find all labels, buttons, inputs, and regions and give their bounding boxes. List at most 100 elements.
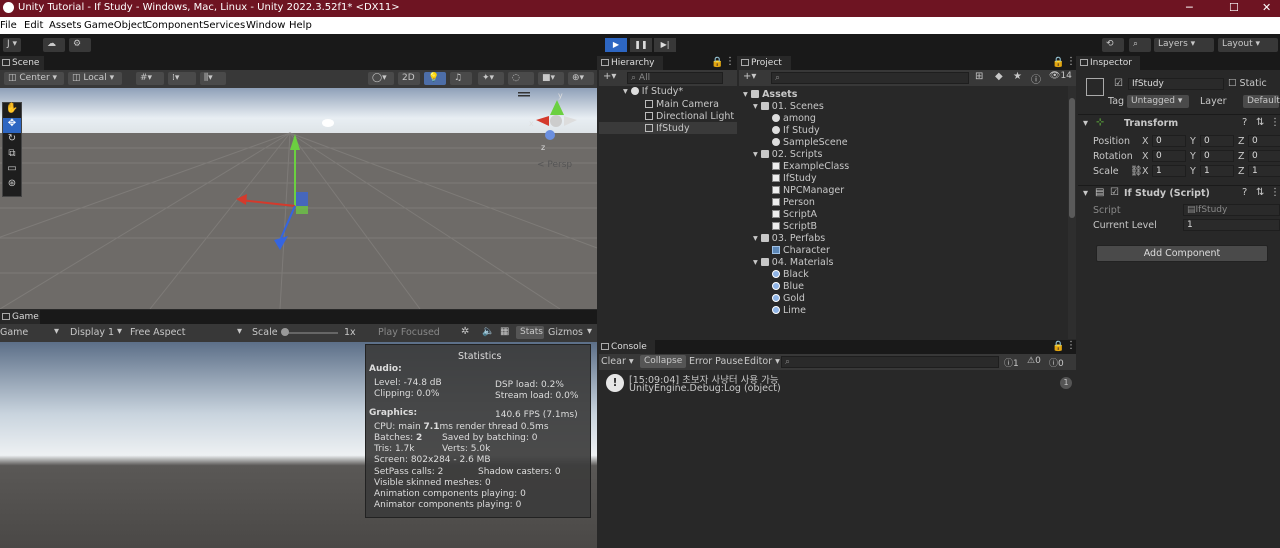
project-item-exampleclass[interactable]: ExampleClass — [772, 161, 849, 172]
lighting-icon[interactable]: 💡 — [424, 72, 446, 85]
grid-icon[interactable]: ⁞▾ — [168, 72, 196, 85]
add-icon[interactable]: +▾ — [743, 71, 756, 82]
rot-z-label[interactable]: Z — [1238, 151, 1245, 162]
pos-y-field[interactable]: 0 — [1200, 135, 1234, 147]
visibility-icon[interactable]: ◌ — [508, 72, 534, 85]
menu-edit[interactable]: Edit — [24, 20, 43, 31]
menu-window[interactable]: Window — [246, 20, 285, 31]
layout-dropdown[interactable]: Layout ▾ — [1218, 38, 1278, 52]
project-item-gold[interactable]: Gold — [772, 293, 805, 304]
pos-x-label[interactable]: X — [1142, 136, 1149, 147]
object-name-field[interactable]: IfStudy — [1128, 78, 1224, 90]
scene-viewport[interactable]: y x z < Persp — [0, 88, 597, 309]
project-item-ifstudy[interactable]: IfStudy — [772, 173, 817, 184]
menu-file[interactable]: File — [0, 20, 17, 31]
rot-x-field[interactable]: 0 — [1152, 150, 1186, 162]
transform-header[interactable]: Transform — [1124, 118, 1178, 129]
search-by-type-icon[interactable]: ⊞ — [975, 71, 983, 82]
scene-view[interactable]: y x z < Persp ✋ ✥ ↻ ⧉ ▭ ⊛ — [0, 88, 597, 309]
hidden-packages-icon[interactable]: ⓘ — [1031, 71, 1041, 86]
pause-button[interactable]: ❚❚ — [630, 38, 652, 52]
close-button[interactable]: ✕ — [1262, 1, 1271, 14]
rot-x-label[interactable]: X — [1142, 151, 1149, 162]
scale-tool-icon[interactable]: ⧉ — [3, 148, 21, 163]
project-item-02-scripts[interactable]: ▾ 02. Scripts — [753, 149, 822, 160]
scl-x-field[interactable]: 1 — [1152, 165, 1186, 177]
pos-x-field[interactable]: 0 — [1152, 135, 1186, 147]
warning-count-toggle[interactable]: ⚠0 — [1027, 356, 1041, 366]
increment-snap-icon[interactable]: ⫼▾ — [200, 72, 226, 85]
menu-component[interactable]: Component — [145, 20, 203, 31]
shortcuts-icon[interactable]: ▦ — [500, 326, 509, 337]
gizmos-dropdown[interactable]: Gizmos — [548, 327, 583, 338]
project-item-black[interactable]: Black — [772, 269, 809, 280]
help-icon[interactable]: ? — [1242, 117, 1247, 128]
hierarchy-item-ifstudy[interactable]: IfStudy — [645, 123, 690, 134]
console-log-entry[interactable]: ! [15:09:04] 초보자 사냥터 사용 가능 UnityEngine.D… — [599, 371, 1076, 397]
minimize-button[interactable]: ─ — [1186, 1, 1193, 14]
pos-z-field[interactable]: 0 — [1248, 135, 1280, 147]
search-by-label-icon[interactable]: ◆ — [995, 71, 1003, 82]
help-icon[interactable]: ? — [1242, 187, 1247, 198]
scl-y-field[interactable]: 1 — [1200, 165, 1234, 177]
hierarchy-item-directional-light[interactable]: Directional Light — [645, 111, 734, 122]
editor-dropdown[interactable]: Editor ▾ — [744, 356, 780, 367]
gizmos-icon[interactable]: ⊕▾ — [568, 72, 594, 85]
project-item-04-materials[interactable]: ▾ 04. Materials — [753, 257, 833, 268]
layer-dropdown[interactable]: Default — [1243, 95, 1280, 108]
persp-label[interactable]: < Persp — [537, 160, 572, 170]
add-component-button[interactable]: Add Component — [1096, 245, 1268, 262]
lock-icon[interactable]: 🔒 — [1052, 341, 1064, 352]
more-icon[interactable]: ⋮ — [1066, 56, 1076, 67]
bug-icon[interactable]: ✲ — [461, 326, 469, 337]
history-icon[interactable]: ⟲ — [1102, 38, 1124, 52]
script-enabled-checkbox[interactable]: ☑ — [1110, 187, 1119, 198]
play-button[interactable]: ▶ — [605, 38, 627, 52]
tag-dropdown[interactable]: Untagged ▾ — [1127, 95, 1189, 108]
rot-y-label[interactable]: Y — [1190, 151, 1196, 162]
clear-button[interactable]: Clear ▾ — [601, 356, 634, 367]
project-item-03-perfabs[interactable]: ▾ 03. Perfabs — [753, 233, 825, 244]
rot-y-field[interactable]: 0 — [1200, 150, 1234, 162]
collab-icon[interactable]: ⚙ — [69, 38, 91, 52]
chevron-down-icon[interactable]: ▾ — [1083, 188, 1088, 199]
menu-assets[interactable]: Assets — [49, 20, 82, 31]
grid-snap-icon[interactable]: #▾ — [136, 72, 164, 85]
project-item-lime[interactable]: Lime — [772, 305, 806, 316]
tab-console[interactable]: Console — [599, 340, 655, 354]
play-focused-dropdown[interactable]: Play Focused — [378, 327, 440, 338]
favorite-icon[interactable]: ★ — [1013, 71, 1022, 82]
pivot-center-dropdown[interactable]: ◫ Center ▾ — [4, 72, 64, 85]
aspect-dropdown[interactable]: Free Aspect — [130, 327, 185, 338]
maximize-button[interactable]: ☐ — [1229, 1, 1239, 14]
scl-y-label[interactable]: Y — [1190, 166, 1196, 177]
hand-tool-icon[interactable]: ✋ — [3, 103, 21, 118]
console-search[interactable]: ⌕ — [781, 356, 999, 368]
error-pause-button[interactable]: Error Pause — [689, 356, 743, 367]
lock-icon[interactable]: 🔒 — [1052, 57, 1064, 68]
pos-y-label[interactable]: Y — [1190, 136, 1196, 147]
tab-inspector[interactable]: Inspector — [1078, 56, 1140, 70]
project-item-blue[interactable]: Blue — [772, 281, 804, 292]
scl-x-label[interactable]: X — [1142, 166, 1149, 177]
scale-slider[interactable] — [282, 332, 338, 334]
active-checkbox[interactable]: ☑ — [1114, 78, 1123, 89]
info-count-toggle[interactable]: ⓘ1 — [1004, 356, 1019, 369]
scl-z-field[interactable]: 1 — [1248, 165, 1280, 177]
cloud-icon[interactable]: ☁ — [43, 38, 65, 52]
game-view[interactable]: Statistics Audio: Level: -74.8 dB Clippi… — [0, 342, 597, 548]
project-item-scripta[interactable]: ScriptA — [772, 209, 817, 220]
more-icon[interactable]: ⋮ — [1270, 187, 1280, 198]
move-tool-icon[interactable]: ✥ — [3, 118, 21, 133]
mode-2d-button[interactable]: 2D — [398, 72, 420, 85]
hierarchy-item-main-camera[interactable]: Main Camera — [645, 99, 719, 110]
collapse-button[interactable]: Collapse — [640, 355, 687, 368]
project-item-among[interactable]: among — [772, 113, 816, 124]
project-item-samplescene[interactable]: SampleScene — [772, 137, 848, 148]
audio-icon[interactable]: ♫ — [450, 72, 472, 85]
menu-gameobject[interactable]: GameObject — [84, 20, 146, 31]
account-dropdown[interactable]: J ▾ — [3, 38, 22, 52]
menu-services[interactable]: Services — [203, 20, 245, 31]
project-item-character[interactable]: Character — [772, 245, 830, 256]
effects-icon[interactable]: ✦▾ — [478, 72, 504, 85]
